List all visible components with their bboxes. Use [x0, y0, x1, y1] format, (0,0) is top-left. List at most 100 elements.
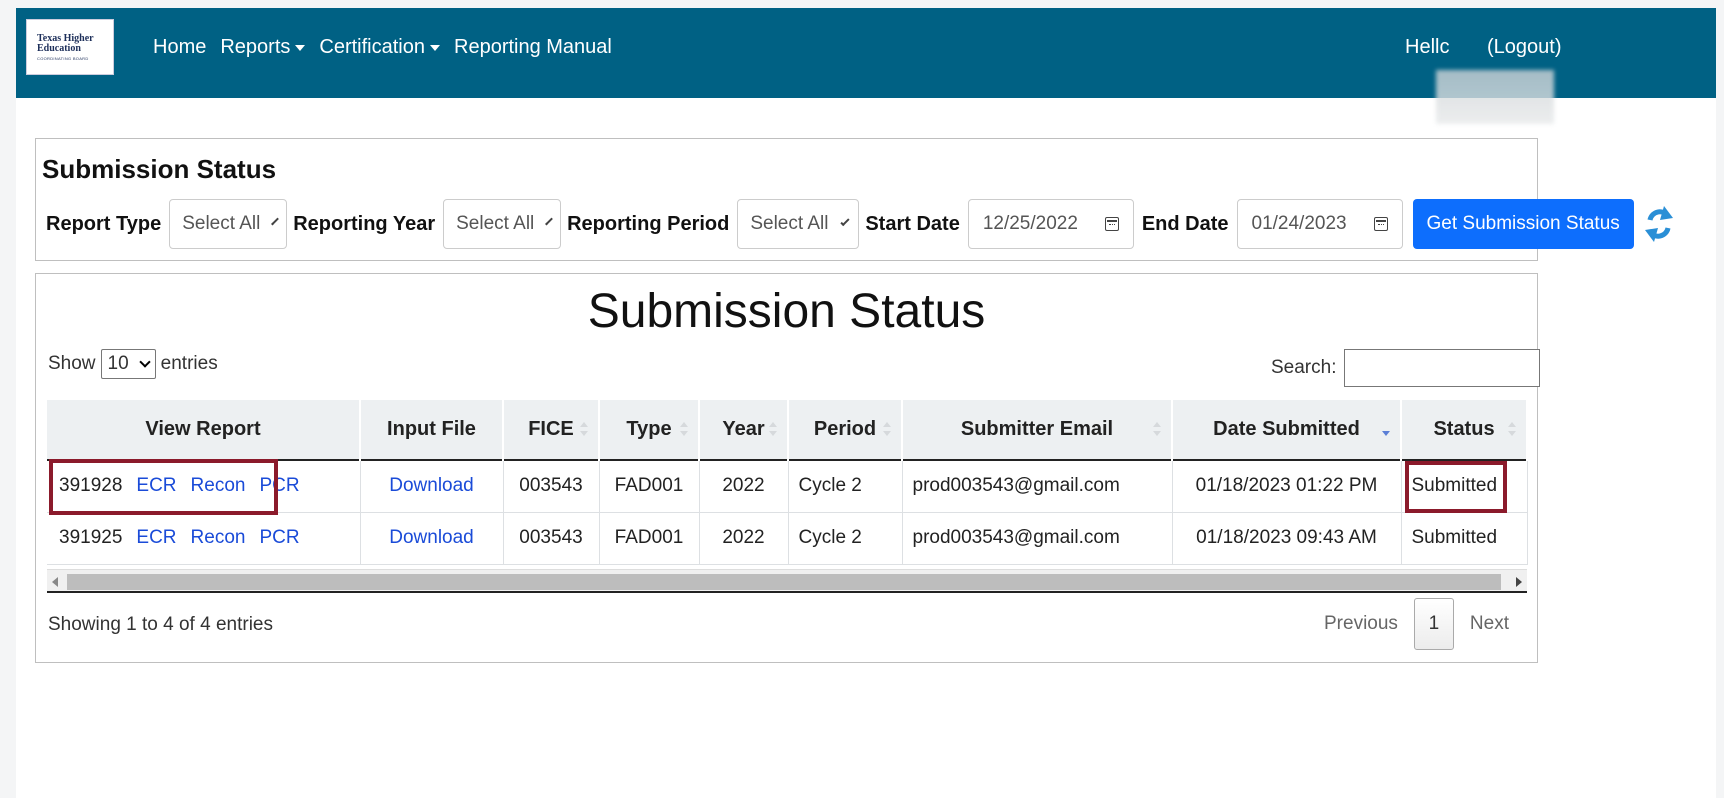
- page: Texas Higher Education COORDINATING BOAR…: [16, 8, 1716, 798]
- scroll-right-icon[interactable]: [1516, 577, 1522, 587]
- table-info: Showing 1 to 4 of 4 entries: [48, 614, 273, 635]
- submission-table: View Report Input File FICE Type Year Pe…: [47, 400, 1528, 565]
- sort-icon: [1153, 422, 1161, 438]
- logo-line-2: Education: [37, 42, 81, 54]
- report-id: 391928: [59, 475, 123, 497]
- column-header-submitter-email[interactable]: Submitter Email: [902, 400, 1173, 460]
- column-header-date-submitted[interactable]: Date Submitted: [1172, 400, 1402, 460]
- sort-desc-icon: [1382, 422, 1390, 438]
- page-1-button[interactable]: 1: [1413, 598, 1454, 650]
- page-length-control: Show 10 entries: [48, 349, 218, 379]
- scroll-left-icon[interactable]: [52, 577, 58, 587]
- start-date-value: 12/25/2022: [982, 213, 1078, 234]
- header-label: Type: [626, 418, 672, 440]
- horizontal-scrollbar[interactable]: [47, 569, 1527, 593]
- search-input[interactable]: [1344, 349, 1541, 387]
- chevron-down-icon: [545, 217, 554, 226]
- table-header-row: View Report Input File FICE Type Year Pe…: [47, 400, 1528, 460]
- column-header-status[interactable]: Status: [1401, 400, 1528, 460]
- status-cell: Submitted: [1401, 460, 1528, 513]
- header-label: Input File: [387, 418, 476, 440]
- previous-page-button[interactable]: Previous: [1308, 613, 1414, 635]
- reporting-period-select[interactable]: Select All: [737, 199, 860, 249]
- thecb-logo[interactable]: Texas Higher Education COORDINATING BOAR…: [26, 19, 114, 75]
- page-title: Submission Status: [587, 285, 986, 338]
- download-link[interactable]: Download: [389, 475, 474, 496]
- pagination: Previous 1 Next: [1308, 598, 1525, 650]
- submission-table-panel: Submission Status Show 10 entries Search…: [35, 273, 1541, 663]
- header-label: View Report: [145, 418, 261, 440]
- report-type-label: Report Type: [46, 212, 162, 235]
- nav-links: Home Reports Certification Reporting Man…: [153, 36, 612, 59]
- column-header-type[interactable]: Type: [599, 400, 700, 460]
- ecr-link[interactable]: ECR: [136, 475, 176, 497]
- date-submitted-cell: 01/18/2023 01:22 PM: [1172, 460, 1402, 513]
- view-report-cell: 391928 ECR Recon PCR: [47, 460, 361, 513]
- next-page-button[interactable]: Next: [1454, 613, 1525, 635]
- ecr-link[interactable]: ECR: [136, 527, 176, 549]
- column-header-period[interactable]: Period: [788, 400, 903, 460]
- view-report-cell: 391925 ECR Recon PCR: [47, 512, 361, 565]
- start-date-input[interactable]: 12/25/2022: [967, 199, 1134, 249]
- page-length-select[interactable]: 10: [100, 349, 156, 379]
- nav-reporting-manual[interactable]: Reporting Manual: [454, 36, 612, 59]
- reporting-period-label: Reporting Period: [567, 212, 730, 235]
- column-header-input-file[interactable]: Input File: [360, 400, 504, 460]
- end-date-label: End Date: [1141, 212, 1229, 235]
- column-header-view-report[interactable]: View Report: [47, 400, 361, 460]
- logo-line-3: COORDINATING BOARD: [37, 55, 89, 61]
- sort-icon: [769, 422, 777, 438]
- fice-cell: 003543: [503, 512, 600, 565]
- table-row: 391928 ECR Recon PCR Download 003543 FAD…: [47, 460, 1528, 513]
- nav-home[interactable]: Home: [153, 36, 206, 59]
- year-cell: 2022: [699, 460, 789, 513]
- nav-certification[interactable]: Certification: [319, 36, 440, 59]
- filter-row: Report Type Select All Reporting Year Se…: [46, 199, 1674, 249]
- sort-icon: [680, 422, 688, 438]
- header-label: Submitter Email: [960, 418, 1114, 440]
- start-date-label: Start Date: [865, 212, 960, 235]
- header-label: Status: [1433, 418, 1495, 440]
- calendar-icon[interactable]: [1104, 217, 1119, 231]
- recon-link[interactable]: Recon: [191, 527, 246, 549]
- nav-reports[interactable]: Reports: [220, 36, 306, 59]
- nav-certification-label: Certification: [319, 36, 425, 58]
- redacted-username: [1436, 70, 1554, 124]
- email-cell: prod003543@gmail.com: [902, 512, 1173, 565]
- reporting-period-value: Select All: [750, 213, 829, 234]
- type-cell: FAD001: [599, 512, 700, 565]
- sort-icon: [1508, 422, 1516, 438]
- type-cell: FAD001: [599, 460, 700, 513]
- filter-panel-title: Submission Status: [42, 154, 277, 184]
- logo-line-1: Texas Higher: [37, 32, 94, 44]
- logout-link[interactable]: (Logout): [1487, 36, 1562, 59]
- reporting-year-select[interactable]: Select All: [443, 199, 562, 249]
- pcr-link[interactable]: PCR: [259, 527, 299, 549]
- nav-reports-label: Reports: [220, 36, 291, 58]
- report-type-select[interactable]: Select All: [169, 199, 288, 249]
- report-type-value: Select All: [182, 213, 261, 234]
- download-link[interactable]: Download: [389, 527, 474, 548]
- period-cell: Cycle 2: [788, 512, 903, 565]
- reporting-year-label: Reporting Year: [293, 212, 436, 235]
- column-header-fice[interactable]: FICE: [503, 400, 600, 460]
- get-submission-status-button[interactable]: Get Submission Status: [1412, 199, 1634, 249]
- reporting-year-value: Select All: [456, 213, 535, 234]
- recon-link[interactable]: Recon: [191, 475, 246, 497]
- fice-cell: 003543: [503, 460, 600, 513]
- entries-label: entries: [160, 353, 218, 374]
- sort-icon: [580, 422, 588, 438]
- calendar-icon[interactable]: [1373, 217, 1388, 231]
- caret-down-icon: [430, 44, 440, 51]
- date-submitted-cell: 01/18/2023 09:43 AM: [1172, 512, 1402, 565]
- column-header-year[interactable]: Year: [699, 400, 789, 460]
- chevron-down-icon: [271, 217, 280, 226]
- chevron-down-icon: [139, 355, 151, 368]
- scrollbar-thumb[interactable]: [67, 574, 1501, 590]
- refresh-icon[interactable]: [1644, 204, 1674, 244]
- end-date-value: 01/24/2023: [1251, 213, 1347, 234]
- end-date-input[interactable]: 01/24/2023: [1236, 199, 1403, 249]
- email-cell: prod003543@gmail.com: [902, 460, 1173, 513]
- pcr-link[interactable]: PCR: [259, 475, 299, 497]
- year-cell: 2022: [699, 512, 789, 565]
